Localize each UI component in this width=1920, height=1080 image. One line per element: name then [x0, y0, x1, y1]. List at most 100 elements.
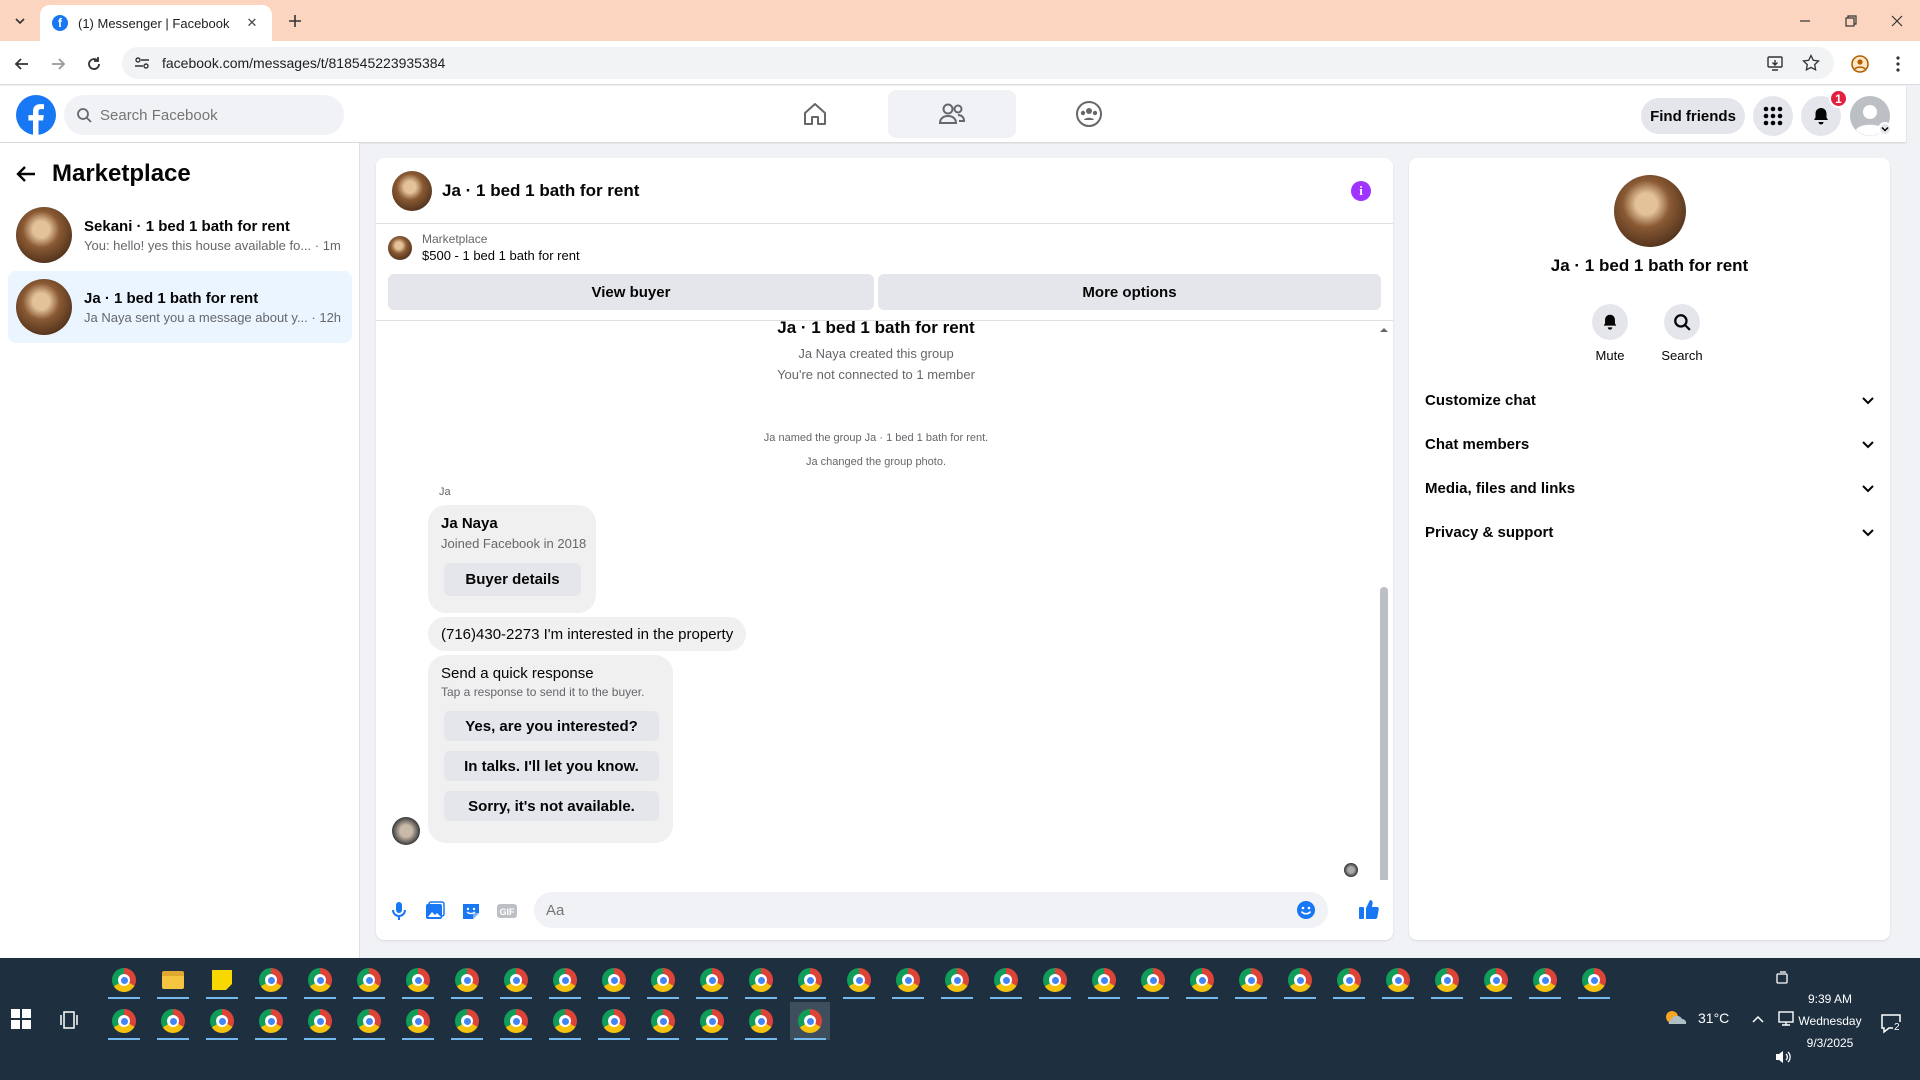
- temperature[interactable]: 31°C: [1698, 1010, 1729, 1026]
- chrome-taskbar-button[interactable]: [1182, 961, 1222, 999]
- start-button[interactable]: [10, 1008, 38, 1036]
- more-options-button[interactable]: More options: [878, 274, 1381, 310]
- chrome-taskbar-button[interactable]: [1476, 961, 1516, 999]
- emoji-icon[interactable]: [1296, 900, 1316, 920]
- chrome-menu-button[interactable]: [1885, 51, 1911, 77]
- chrome-taskbar-button[interactable]: [692, 1002, 732, 1040]
- back-button[interactable]: [9, 51, 35, 77]
- message-list[interactable]: Ja · 1 bed 1 bath for rent Ja Naya creat…: [376, 320, 1393, 880]
- tab-search-button[interactable]: [8, 10, 32, 32]
- sticky-notes-taskbar-button[interactable]: [202, 961, 242, 999]
- new-tab-button[interactable]: [282, 9, 308, 33]
- search-action[interactable]: Search: [1652, 304, 1712, 363]
- chrome-taskbar-button[interactable]: [496, 961, 536, 999]
- chrome-taskbar-button[interactable]: [251, 961, 291, 999]
- chrome-taskbar-button[interactable]: [447, 1002, 487, 1040]
- file-explorer-taskbar-button[interactable]: [153, 961, 193, 999]
- nav-groups-tab[interactable]: [1025, 90, 1153, 138]
- facebook-search[interactable]: [64, 95, 344, 135]
- chrome-taskbar-button[interactable]: [594, 961, 634, 999]
- bookmark-star-icon[interactable]: [1802, 54, 1820, 72]
- message-bubble[interactable]: (716)430-2273 I'm interested in the prop…: [428, 617, 746, 651]
- chrome-taskbar-button[interactable]: [104, 1002, 144, 1040]
- chrome-taskbar-button[interactable]: [986, 961, 1026, 999]
- install-app-icon[interactable]: [1766, 54, 1784, 72]
- chrome-taskbar-button[interactable]: [349, 961, 389, 999]
- close-tab-icon[interactable]: ✕: [244, 15, 260, 31]
- site-settings-icon[interactable]: [134, 55, 150, 71]
- find-friends-button[interactable]: Find friends: [1641, 98, 1745, 134]
- marketplace-listing[interactable]: Marketplace $500 - 1 bed 1 bath for rent: [388, 232, 580, 263]
- media-files-section[interactable]: Media, files and links: [1425, 470, 1875, 506]
- quick-reply-not-available-button[interactable]: Sorry, it's not available.: [444, 791, 659, 821]
- nav-friends-tab[interactable]: [888, 90, 1016, 138]
- chrome-taskbar-button[interactable]: [1525, 961, 1565, 999]
- chrome-taskbar-button[interactable]: [790, 961, 830, 999]
- chevron-up-icon[interactable]: [1752, 1014, 1764, 1024]
- sticker-button[interactable]: [460, 900, 482, 922]
- back-arrow-icon[interactable]: [16, 165, 36, 183]
- facebook-logo[interactable]: [16, 95, 56, 135]
- chrome-taskbar-button[interactable]: [300, 961, 340, 999]
- quick-reply-yes-button[interactable]: Yes, are you interested?: [444, 711, 659, 741]
- chrome-taskbar-button[interactable]: [545, 1002, 585, 1040]
- chat-title[interactable]: Ja · 1 bed 1 bath for rent: [442, 181, 639, 201]
- menu-button[interactable]: [1753, 96, 1793, 136]
- sender-avatar[interactable]: [392, 817, 420, 845]
- action-center-button[interactable]: 2: [1880, 1012, 1904, 1036]
- system-clock[interactable]: 9:39 AM Wednesday 9/3/2025: [1790, 988, 1870, 1054]
- chrome-taskbar-button[interactable]: [398, 1002, 438, 1040]
- restore-button[interactable]: [1836, 9, 1866, 33]
- chrome-taskbar-button[interactable]: [1574, 961, 1614, 999]
- chrome-taskbar-button[interactable]: [251, 1002, 291, 1040]
- facebook-search-input[interactable]: [100, 106, 320, 124]
- chrome-taskbar-button[interactable]: [937, 961, 977, 999]
- chat-members-section[interactable]: Chat members: [1425, 426, 1875, 462]
- scroll-up-icon[interactable]: [1378, 325, 1390, 335]
- chrome-taskbar-button[interactable]: [202, 1002, 242, 1040]
- message-input-wrapper[interactable]: [534, 892, 1328, 928]
- nav-home-tab[interactable]: [751, 90, 879, 138]
- close-window-button[interactable]: [1882, 9, 1912, 33]
- browser-tab-messenger[interactable]: f (1) Messenger | Facebook ✕: [40, 5, 272, 41]
- chrome-taskbar-button[interactable]: [1084, 961, 1124, 999]
- like-button[interactable]: [1358, 898, 1380, 920]
- chrome-taskbar-button[interactable]: [888, 961, 928, 999]
- forward-button[interactable]: [45, 51, 71, 77]
- chrome-taskbar-button[interactable]: [300, 1002, 340, 1040]
- info-icon[interactable]: i: [1351, 181, 1371, 201]
- chat-avatar[interactable]: [392, 170, 432, 211]
- chrome-taskbar-button[interactable]: [545, 961, 585, 999]
- chrome-taskbar-button[interactable]: [594, 1002, 634, 1040]
- quick-reply-in-talks-button[interactable]: In talks. I'll let you know.: [444, 751, 659, 781]
- privacy-support-section[interactable]: Privacy & support: [1425, 514, 1875, 550]
- chrome-taskbar-button[interactable]: [643, 961, 683, 999]
- voice-clip-button[interactable]: [388, 900, 410, 922]
- mute-action[interactable]: Mute: [1580, 304, 1640, 363]
- conversation-item[interactable]: Sekani · 1 bed 1 bath for rent You: hell…: [8, 199, 352, 271]
- chrome-taskbar-button[interactable]: [1427, 961, 1467, 999]
- chrome-taskbar-button[interactable]: [790, 1002, 830, 1040]
- chrome-taskbar-button[interactable]: [349, 1002, 389, 1040]
- scrollbar-thumb[interactable]: [1380, 587, 1388, 880]
- chrome-taskbar-button[interactable]: [153, 1002, 193, 1040]
- view-buyer-button[interactable]: View buyer: [388, 274, 874, 310]
- buyer-details-button[interactable]: Buyer details: [444, 563, 581, 596]
- chrome-taskbar-button[interactable]: [398, 961, 438, 999]
- task-view-button[interactable]: [60, 1009, 84, 1033]
- attach-photo-button[interactable]: [424, 900, 446, 922]
- chrome-taskbar-button[interactable]: [839, 961, 879, 999]
- chrome-taskbar-button[interactable]: [1133, 961, 1173, 999]
- chrome-taskbar-button[interactable]: [643, 1002, 683, 1040]
- minimize-button[interactable]: [1790, 9, 1820, 33]
- chrome-taskbar-button[interactable]: [692, 961, 732, 999]
- chrome-taskbar-button[interactable]: [1329, 961, 1369, 999]
- chrome-taskbar-button[interactable]: [1280, 961, 1320, 999]
- chrome-taskbar-button[interactable]: [496, 1002, 536, 1040]
- reload-button[interactable]: [81, 51, 107, 77]
- customize-chat-section[interactable]: Customize chat: [1425, 382, 1875, 418]
- chrome-taskbar-button[interactable]: [447, 961, 487, 999]
- chrome-taskbar-button[interactable]: [1231, 961, 1271, 999]
- chrome-taskbar-button[interactable]: [741, 961, 781, 999]
- chrome-taskbar-button[interactable]: [741, 1002, 781, 1040]
